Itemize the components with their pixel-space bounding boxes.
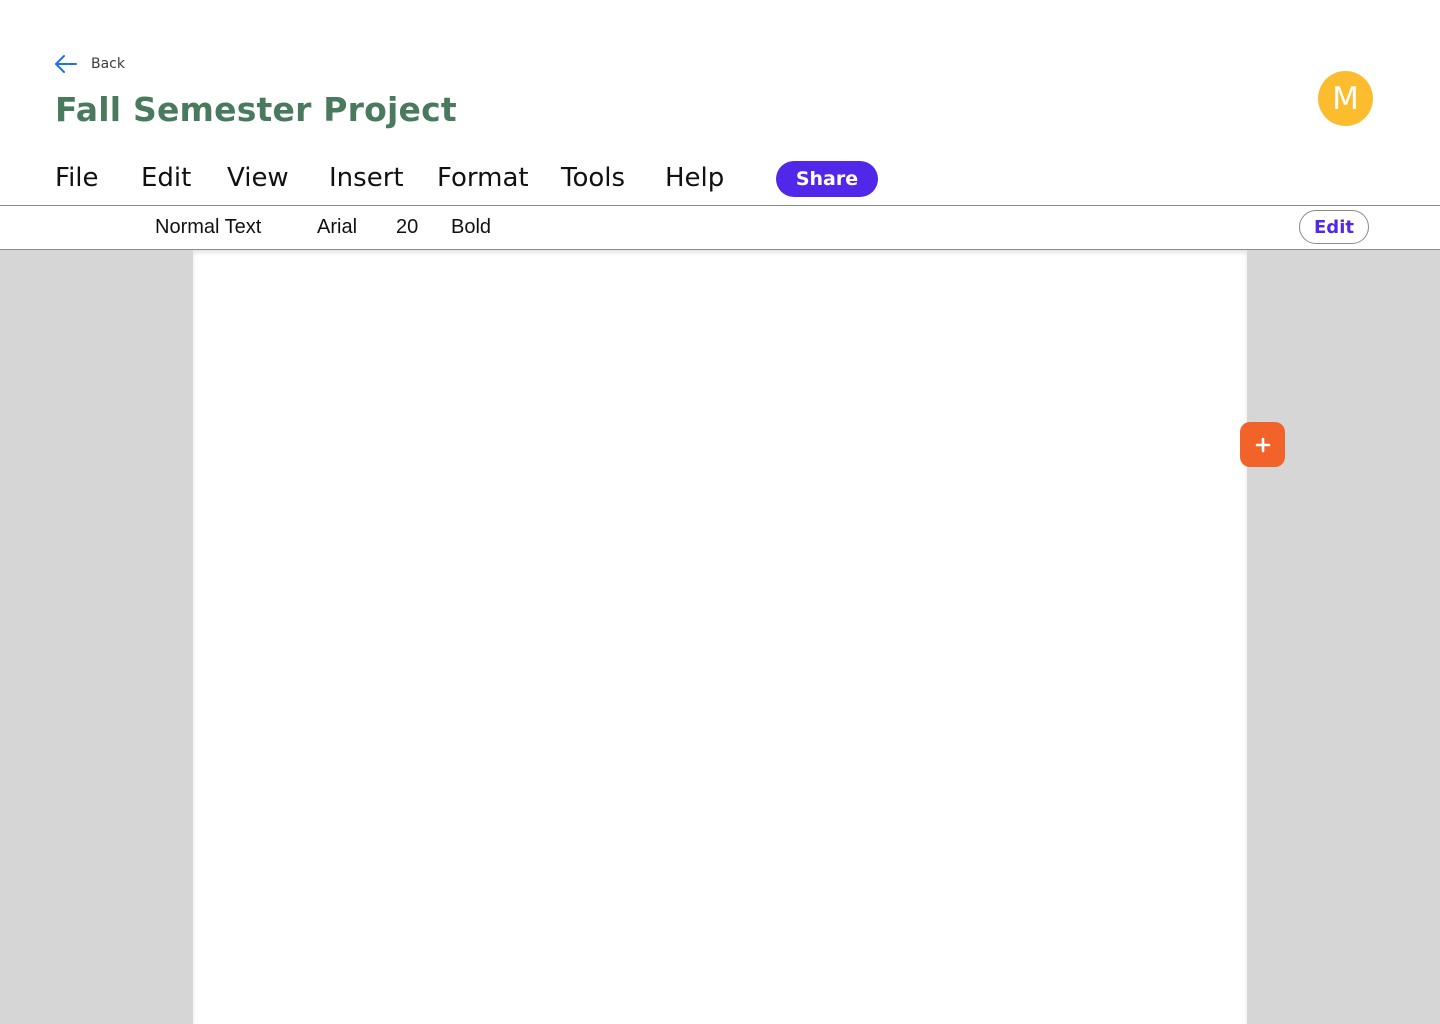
user-avatar[interactable]: M	[1318, 71, 1373, 126]
edit-button[interactable]: Edit	[1299, 210, 1369, 244]
menu-help[interactable]: Help	[665, 163, 724, 193]
menu-edit[interactable]: Edit	[141, 163, 191, 193]
back-label: Back	[91, 56, 125, 72]
document-title: Fall Semester Project	[55, 90, 457, 129]
header: Back Fall Semester Project M File Edit V…	[0, 0, 1440, 205]
font-weight-select[interactable]: Bold	[451, 216, 491, 239]
menu-tools[interactable]: Tools	[561, 163, 625, 193]
workspace	[0, 250, 1440, 1024]
font-size-select[interactable]: 20	[396, 216, 418, 239]
menu-file[interactable]: File	[55, 163, 99, 193]
menu-format[interactable]: Format	[437, 163, 529, 193]
text-style-select[interactable]: Normal Text	[155, 216, 261, 239]
font-family-select[interactable]: Arial	[317, 216, 357, 239]
add-button[interactable]	[1240, 422, 1285, 467]
arrow-left-icon	[55, 55, 77, 73]
plus-icon	[1255, 437, 1270, 452]
menu-insert[interactable]: Insert	[329, 163, 404, 193]
document-page[interactable]	[193, 250, 1247, 1024]
back-link[interactable]: Back	[54, 54, 125, 74]
document-editor: Back Fall Semester Project M File Edit V…	[0, 0, 1440, 1024]
share-button[interactable]: Share	[776, 161, 878, 197]
format-toolbar: Normal Text Arial 20 Bold Edit	[0, 205, 1440, 250]
menu-view[interactable]: View	[227, 163, 289, 193]
